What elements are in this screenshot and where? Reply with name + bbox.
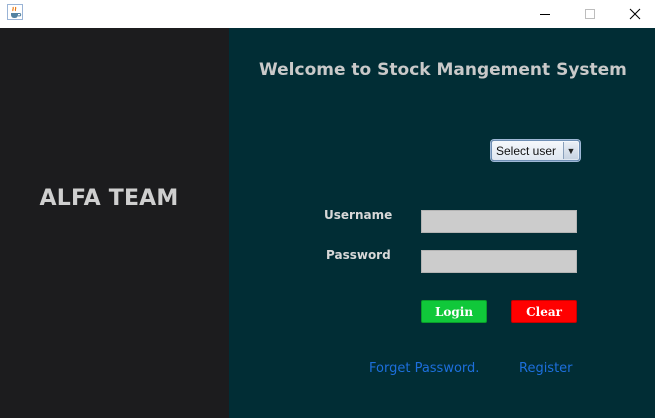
close-button[interactable] — [612, 0, 655, 28]
chevron-down-icon[interactable]: ▼ — [563, 142, 578, 159]
maximize-button[interactable] — [567, 0, 613, 28]
login-button[interactable]: Login — [421, 300, 487, 323]
maximize-icon — [585, 9, 595, 19]
brand-title: ALFA TEAM — [39, 186, 179, 211]
username-label: Username — [324, 208, 393, 222]
login-panel: Welcome to Stock Mangement System Select… — [229, 28, 655, 418]
java-cup-icon — [7, 4, 23, 20]
welcome-heading: Welcome to Stock Mangement System — [259, 60, 627, 80]
clear-button[interactable]: Clear — [511, 300, 577, 323]
forget-password-link[interactable]: Forget Password. — [369, 361, 479, 376]
password-field[interactable] — [421, 250, 577, 273]
minimize-button[interactable] — [522, 0, 568, 28]
title-bar — [0, 0, 655, 28]
username-field[interactable] — [421, 210, 577, 233]
register-link[interactable]: Register — [519, 361, 573, 376]
user-type-select-value: Select user — [496, 144, 557, 158]
minimize-icon — [540, 14, 550, 15]
user-type-select[interactable]: Select user ▼ — [491, 140, 580, 161]
close-icon — [629, 8, 641, 20]
password-label: Password — [326, 248, 391, 262]
brand-panel: ALFA TEAM — [0, 28, 229, 418]
